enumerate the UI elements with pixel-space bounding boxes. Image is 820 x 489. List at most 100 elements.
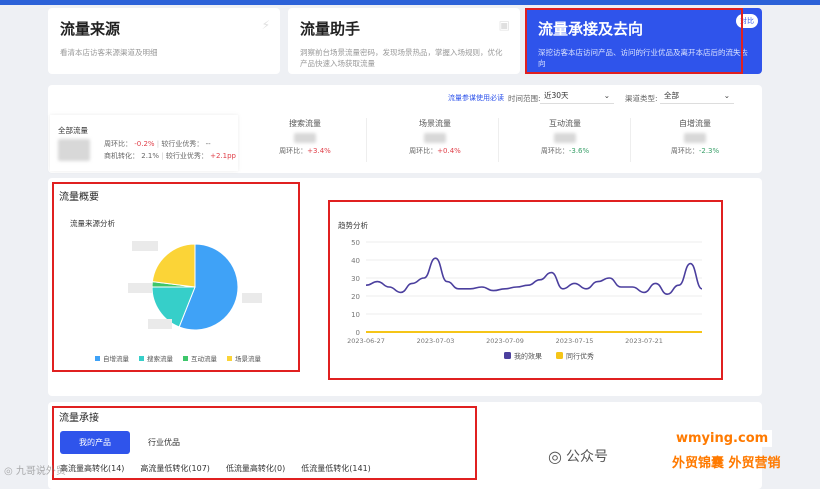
tab-my-products[interactable]: 我的产品 bbox=[60, 431, 130, 454]
y-tick-label: 10 bbox=[351, 311, 360, 319]
subtab-low-high[interactable]: 低流量高转化(0) bbox=[226, 463, 285, 474]
metric-ring: 周环比：-2.3% bbox=[670, 147, 720, 155]
watermark-wechat: ◎ 公众号 bbox=[548, 446, 608, 466]
wechat-icon: ◎ bbox=[548, 446, 562, 466]
x-tick-label: 2023-07-09 bbox=[486, 337, 524, 345]
legend-swatch bbox=[504, 352, 511, 359]
time-range-label: 时间范围: bbox=[508, 94, 541, 103]
watermark-brand: 外贸锦囊 外贸营销 bbox=[672, 456, 781, 471]
conv-label: 商机转化： bbox=[104, 152, 139, 160]
metric-self[interactable]: 自增流量 周环比：-2.3% bbox=[640, 118, 750, 166]
trend-title: 趋势分析 bbox=[338, 221, 368, 230]
watermark-site: wmying.com bbox=[672, 430, 773, 447]
legend-label: 自增流量 bbox=[103, 355, 129, 363]
metric-search[interactable]: 搜索流量 周环比：+3.4% bbox=[250, 118, 360, 166]
divider bbox=[366, 118, 367, 162]
metric-ring: 周环比：+0.4% bbox=[409, 147, 461, 155]
metric-name: 场景流量 bbox=[419, 119, 451, 128]
divider bbox=[498, 118, 499, 162]
tab-industry-products[interactable]: 行业优品 bbox=[134, 431, 194, 454]
channel-type-value: 全部 bbox=[664, 91, 679, 100]
lightning-icon: ⚡ bbox=[261, 18, 270, 32]
blurred-value bbox=[684, 133, 706, 143]
top-accent-bar bbox=[0, 0, 820, 5]
blurred-value bbox=[58, 139, 90, 161]
legend-label: 互动流量 bbox=[191, 355, 217, 363]
pie-callout-placeholder bbox=[148, 319, 172, 329]
x-tick-label: 2023-06-27 bbox=[347, 337, 385, 345]
summary-title: 流量概要 bbox=[59, 192, 99, 203]
all-traffic-label: 全部流量 bbox=[58, 126, 88, 135]
nav-card-traffic-source[interactable]: 流量来源 看清本店访客来源渠道及明细 ⚡ bbox=[48, 8, 280, 74]
subtab-high-low[interactable]: 高流量低转化(107) bbox=[140, 463, 210, 474]
legend-swatch bbox=[139, 355, 144, 361]
pie-callout-placeholder bbox=[132, 241, 158, 251]
pie-chart[interactable] bbox=[120, 235, 270, 345]
chevron-down-icon: ⌄ bbox=[723, 91, 730, 100]
conv-value: 2.1% bbox=[141, 152, 160, 160]
ring-value: -0.2% bbox=[134, 140, 155, 148]
guide-link[interactable]: 流量参谋使用必读 bbox=[448, 93, 504, 103]
subtab-low-low[interactable]: 低流量低转化(141) bbox=[301, 463, 371, 474]
nav-card-traffic-assistant[interactable]: 流量助手 洞察前台场景流量密码，发现场景热品，掌握入场规则，优化产品快速入场获取… bbox=[288, 8, 520, 74]
legend-label: 场景流量 bbox=[235, 355, 261, 363]
y-tick-label: 20 bbox=[351, 293, 360, 301]
blurred-value bbox=[294, 133, 316, 143]
channel-type-select[interactable]: 全部 ⌄ bbox=[660, 88, 734, 104]
nav-card-title: 流量来源 bbox=[60, 20, 121, 38]
pie-callout-placeholder bbox=[128, 283, 152, 293]
ring-peer-label: 较行业优秀： bbox=[161, 140, 204, 148]
time-range-select[interactable]: 近30天 ⌄ bbox=[540, 88, 614, 104]
x-tick-label: 2023-07-21 bbox=[625, 337, 663, 345]
legend-label: 搜索流量 bbox=[147, 355, 173, 363]
watermark-left: ◎ 九哥说外贸 bbox=[4, 466, 66, 477]
legend-label[interactable]: 同行优秀 bbox=[566, 352, 594, 361]
nav-card-title: 流量助手 bbox=[300, 20, 361, 38]
pie-title: 流量来源分析 bbox=[70, 219, 115, 228]
blurred-value bbox=[554, 133, 576, 143]
y-tick-label: 30 bbox=[351, 275, 360, 283]
y-tick-label: 0 bbox=[356, 329, 360, 337]
divider bbox=[630, 118, 631, 162]
bag-icon: ▣ bbox=[498, 18, 510, 32]
legend-swatch bbox=[556, 352, 563, 359]
pie-legend: 自增流量 搜索流量 互动流量 场景流量 bbox=[95, 353, 261, 363]
metric-ring: 周环比：-3.6% bbox=[540, 147, 590, 155]
pie-legend-item[interactable]: 自增流量 bbox=[95, 353, 129, 363]
pie-legend-item[interactable]: 场景流量 bbox=[227, 353, 261, 363]
blurred-value bbox=[424, 133, 446, 143]
all-traffic-ring-row: 周环比： -0.2% | 较行业优秀： -- bbox=[104, 140, 211, 148]
ring-label: 周环比： bbox=[104, 140, 132, 148]
all-traffic-conv-row: 商机转化： 2.1% | 较行业优秀： +2.1pp bbox=[104, 152, 236, 160]
metric-interact[interactable]: 互动流量 周环比：-3.6% bbox=[510, 118, 620, 166]
metric-scene[interactable]: 场景流量 周环比：+0.4% bbox=[380, 118, 490, 166]
nav-card-desc: 看清本店访客来源渠道及明细 bbox=[60, 48, 158, 57]
metric-ring: 周环比：+3.4% bbox=[279, 147, 331, 155]
legend-swatch bbox=[227, 355, 232, 361]
metric-name: 自增流量 bbox=[679, 119, 711, 128]
all-traffic-card[interactable]: 全部流量 周环比： -0.2% | 较行业优秀： -- 商机转化： 2.1% |… bbox=[50, 115, 238, 171]
channel-type-label: 渠道类型: bbox=[625, 94, 658, 103]
time-range-value: 近30天 bbox=[544, 91, 569, 100]
wechat-icon: ◎ bbox=[4, 466, 13, 477]
pie-legend-item[interactable]: 搜索流量 bbox=[139, 353, 173, 363]
series-line-0[interactable] bbox=[365, 257, 703, 296]
highlight-box-nav bbox=[525, 8, 743, 74]
chevron-down-icon: ⌄ bbox=[603, 91, 610, 100]
legend-label[interactable]: 我的效果 bbox=[514, 352, 542, 361]
pie-callout-placeholder bbox=[242, 293, 262, 303]
trend-chart[interactable]: 0 10 20 30 40 50 2023-06-27 2023-07-03 2023-07-0… bbox=[336, 234, 714, 366]
metric-name: 互动流量 bbox=[549, 119, 581, 128]
y-tick-label: 40 bbox=[351, 257, 360, 265]
flow-subtabs: 高流量高转化(14) 高流量低转化(107) 低流量高转化(0) 低流量低转化(… bbox=[60, 463, 371, 474]
conv-peer-value: +2.1pp bbox=[210, 152, 236, 160]
flow-title: 流量承接 bbox=[59, 413, 99, 424]
subtab-high-high[interactable]: 高流量高转化(14) bbox=[60, 463, 124, 474]
ring-peer-value: -- bbox=[205, 140, 211, 148]
nav-card-desc: 洞察前台场景流量密码，发现场景热品，掌握入场规则，优化产品快速入场获取流量 bbox=[300, 48, 503, 69]
metric-name: 搜索流量 bbox=[289, 119, 321, 128]
pie-slice-3[interactable] bbox=[151, 243, 196, 288]
x-tick-label: 2023-07-03 bbox=[417, 337, 455, 345]
x-tick-label: 2023-07-15 bbox=[556, 337, 594, 345]
pie-legend-item[interactable]: 互动流量 bbox=[183, 353, 217, 363]
